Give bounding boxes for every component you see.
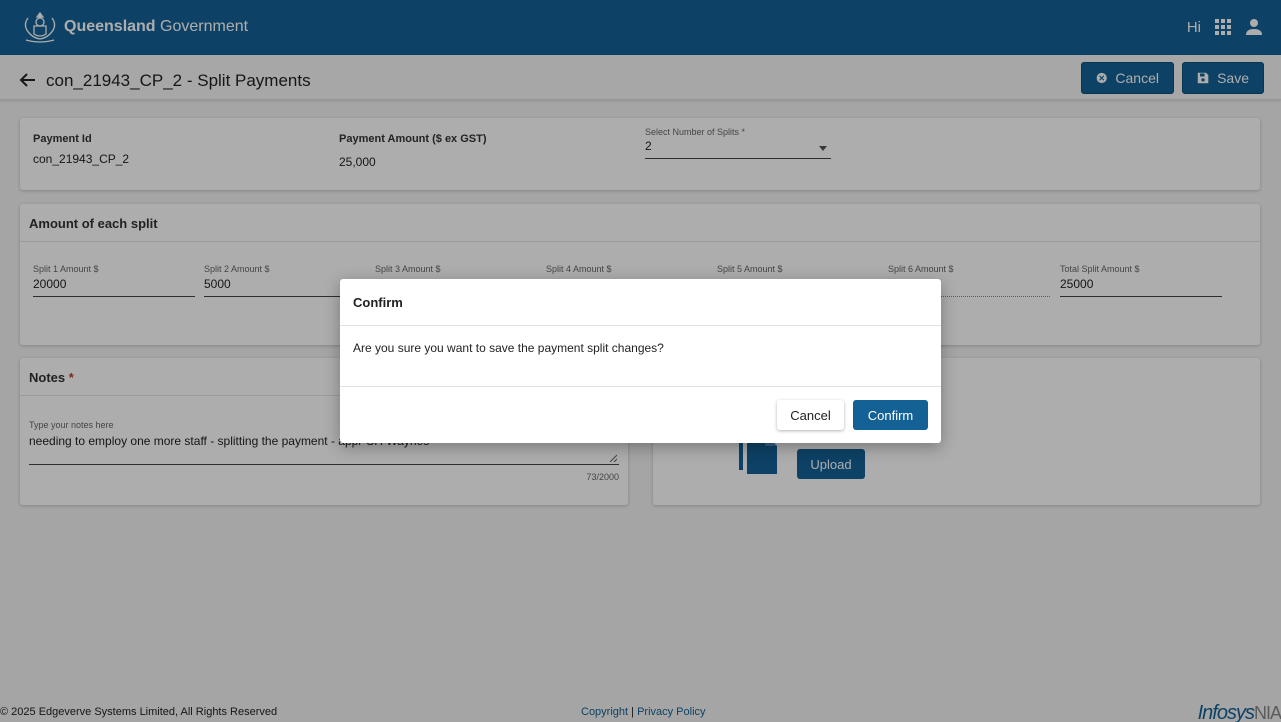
confirm-dialog: Confirm Are you sure you want to save th… — [340, 279, 941, 443]
dialog-cancel-button[interactable]: Cancel — [777, 400, 844, 430]
dialog-divider-bottom — [340, 386, 941, 387]
dialog-message: Are you sure you want to save the paymen… — [353, 341, 664, 355]
dialog-title: Confirm — [353, 295, 403, 310]
dialog-confirm-button[interactable]: Confirm — [853, 400, 928, 430]
dialog-divider-top — [340, 325, 941, 326]
